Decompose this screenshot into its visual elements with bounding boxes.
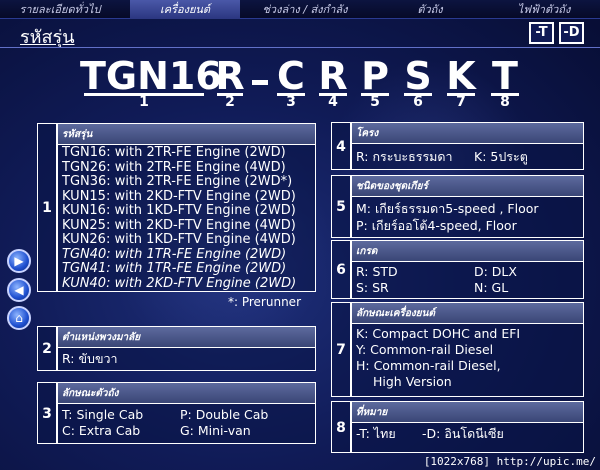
model-list-item: KUN40: with 2KD-FTV Engine (2WD) — [62, 275, 297, 291]
engine-item: High Version — [373, 374, 452, 389]
body-type-item: T: Single Cab — [62, 407, 144, 422]
destination-item: -D: อินโดนีเซีย — [422, 426, 504, 441]
code-number-2: 2 — [225, 94, 235, 110]
grade-grid: R: STD D: DLX S: SR N: GL — [352, 262, 583, 297]
section-heading: ชนิดของชุดเกียร์ — [352, 176, 583, 197]
code-segment-8: T — [492, 54, 518, 98]
grade-item: D: DLX — [474, 264, 517, 279]
code-segment-5: P — [361, 54, 389, 98]
section-heading: ตำแหน่งพวงมาลัย — [58, 327, 315, 348]
section-number-3: 3 — [37, 382, 57, 444]
body-type-grid: T: Single Cab P: Double Cab C: Extra Cab G… — [58, 404, 315, 440]
model-list-item: TGN40: with 1TR-FE Engine (2WD) — [62, 246, 287, 262]
section-number-4: 4 — [331, 122, 351, 170]
code-segment-1: TGN16 — [80, 54, 222, 98]
tab-chassis[interactable]: ช่วงล่าง / ส่งกำลัง — [245, 0, 365, 19]
frame-item: R: กระบะธรรมดา — [356, 149, 453, 164]
section-body-type: ลักษณะตัวถัง T: Single Cab P: Double Cab … — [57, 382, 316, 444]
back-button[interactable]: ◀ — [7, 278, 31, 302]
home-button[interactable]: ⌂ — [7, 306, 31, 330]
lang-thai-button[interactable]: -T — [529, 22, 554, 44]
steering-value: R: ขับขวา — [62, 351, 118, 366]
model-list-item: TGN16: with 2TR-FE Engine (2WD) — [62, 145, 286, 160]
tab-engine[interactable]: เครื่องยนต์ — [130, 0, 240, 19]
grade-item: S: SR — [356, 280, 389, 295]
destination-values: -T: ไทย -D: อินโดนีเซีย — [352, 423, 583, 443]
section-destination: ที่หมาย -T: ไทย -D: อินโดนีเซีย — [351, 401, 584, 453]
tab-body[interactable]: ตัวถัง — [380, 0, 480, 19]
home-icon: ⌂ — [15, 311, 23, 325]
next-button[interactable]: ▶ — [7, 249, 31, 273]
code-segment-7: K — [446, 54, 476, 98]
model-list-item: KUN15: with 2KD-FTV Engine (2WD) — [62, 188, 296, 204]
section-steering-position: ตำแหน่งพวงมาลัย R: ขับขวา — [57, 326, 316, 371]
section-number-1: 1 — [37, 123, 57, 292]
section-grade: เกรด R: STD D: DLX S: SR N: GL — [351, 240, 584, 299]
tab-body-electrical[interactable]: ไฟฟ้าตัวถัง — [488, 0, 600, 19]
transmission-item: P: เกียร์ออโต้4-speed, Floor — [356, 218, 517, 233]
tab-general[interactable]: รายละเอียดทั่วไป — [0, 0, 120, 19]
grade-item: N: GL — [474, 280, 509, 295]
code-number-6: 6 — [413, 94, 423, 110]
engine-item: K: Compact DOHC and EFI — [356, 326, 521, 341]
frame-values: R: กระบะธรรมดา K: 5ประตู — [352, 144, 583, 166]
model-list-item: TGN41: with 1TR-FE Engine (2WD) — [62, 261, 287, 276]
next-icon: ▶ — [14, 254, 24, 268]
section-heading: รหัสรุ่น — [58, 124, 315, 145]
body-type-item: C: Extra Cab — [62, 423, 141, 438]
destination-item: -T: ไทย — [356, 426, 396, 441]
section-heading: ลักษณะตัวถัง — [58, 383, 315, 404]
section-heading: ที่หมาย — [352, 402, 583, 423]
model-list-item: TGN26: with 2TR-FE Engine (4WD) — [62, 159, 286, 175]
code-number-8: 8 — [500, 94, 510, 110]
section-heading: ลักษณะเครื่องยนต์ — [352, 303, 583, 324]
model-list-item: KUN26: with 1KD-FTV Engine (4WD) — [62, 232, 296, 247]
frame-item: K: 5ประตู — [474, 149, 528, 164]
code-segment-6: S — [404, 54, 432, 98]
engine-values: K: Compact DOHC and EFI Y: Common-rail D… — [352, 324, 583, 391]
back-icon: ◀ — [14, 283, 24, 297]
code-number-5: 5 — [370, 94, 380, 110]
section-number-8: 8 — [331, 401, 351, 453]
model-list-item: KUN25: with 2KD-FTV Engine (4WD) — [62, 217, 296, 233]
code-number-3: 3 — [286, 94, 296, 110]
section-number-7: 7 — [331, 302, 351, 397]
transmission-values: M: เกียร์ธรรมดา5-speed , Floor P: เกียร์… — [352, 197, 583, 235]
code-dash — [252, 80, 268, 85]
section-engine-type: ลักษณะเครื่องยนต์ K: Compact DOHC and EF… — [351, 302, 584, 397]
model-list-item: KUN16: with 1KD-FTV Engine (2WD) — [62, 203, 296, 218]
section-number-2: 2 — [37, 326, 57, 371]
body-type-item: G: Mini-van — [180, 423, 251, 438]
code-segment-3: C — [277, 54, 305, 98]
section-frame: โครง R: กระบะธรรมดา K: 5ประตู — [351, 122, 584, 170]
prerunner-note: *: Prerunner — [228, 295, 302, 309]
code-number-1: 1 — [139, 94, 149, 110]
section-heading: เกรด — [352, 241, 583, 262]
code-number-7: 7 — [456, 94, 466, 110]
transmission-item: M: เกียร์ธรรมดา5-speed , Floor — [356, 201, 539, 216]
lang-indonesia-button[interactable]: -D — [559, 22, 584, 44]
title-divider — [0, 47, 600, 48]
model-list-item: TGN36: with 2TR-FE Engine (2WD*) — [62, 174, 293, 189]
section-heading: โครง — [352, 123, 583, 144]
engine-item: Y: Common-rail Diesel — [356, 342, 494, 357]
section-number-6: 6 — [331, 240, 351, 299]
code-number-4: 4 — [328, 94, 338, 110]
top-navigation: รายละเอียดทั่วไป เครื่องยนต์ ช่วงล่าง / … — [0, 0, 600, 19]
section-number-5: 5 — [331, 175, 351, 238]
body-type-item: P: Double Cab — [180, 407, 269, 422]
model-list: TGN16: with 2TR-FE Engine (2WD) TGN26: wi… — [58, 145, 315, 292]
code-segment-2: R — [215, 54, 245, 98]
watermark-url: [1022x768] http://upic.me/ — [423, 455, 596, 468]
section-transmission: ชนิดของชุดเกียร์ M: เกียร์ธรรมดา5-speed … — [351, 175, 584, 238]
section-model-code: รหัสรุ่น TGN16: with 2TR-FE Engine (2WD)… — [57, 123, 316, 292]
code-segment-4: R — [318, 54, 348, 98]
engine-item: H: Common-rail Diesel, — [356, 358, 501, 373]
grade-item: R: STD — [356, 264, 398, 279]
